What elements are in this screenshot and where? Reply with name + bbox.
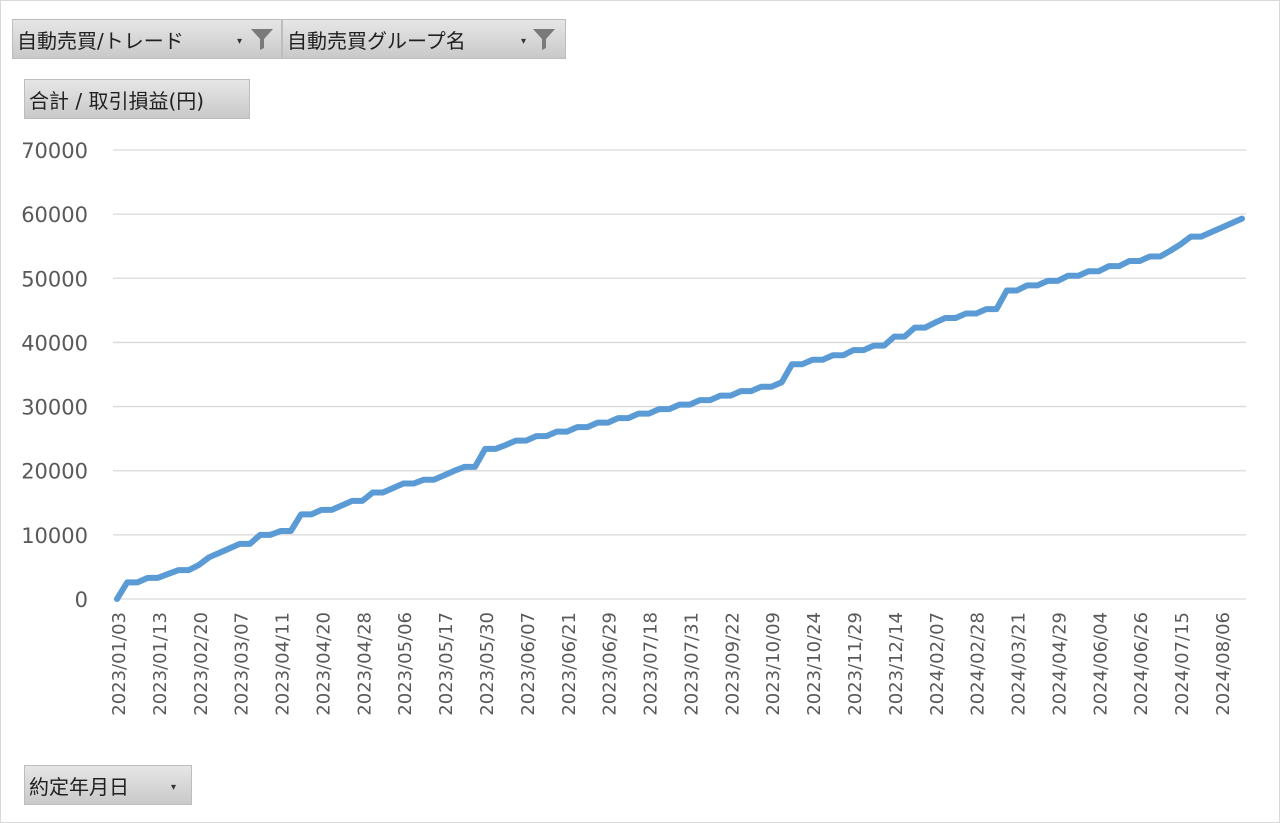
x-tick-label: 2023/12/14 — [886, 612, 907, 716]
x-tick-label: 2023/05/30 — [477, 612, 498, 716]
y-tick-label: 60000 — [21, 203, 88, 227]
x-tick-label: 2023/05/06 — [395, 612, 416, 716]
x-tick-label: 2023/10/09 — [763, 612, 784, 716]
x-tick-label: 2024/07/15 — [1172, 612, 1193, 716]
x-tick-label: 2023/04/20 — [313, 612, 334, 716]
y-tick-label: 20000 — [21, 460, 88, 484]
x-tick-label: 2023/04/11 — [273, 612, 294, 716]
y-tick-label: 50000 — [21, 267, 88, 291]
x-tick-label: 2023/11/29 — [845, 612, 866, 716]
x-tick-label: 2023/06/07 — [518, 612, 539, 716]
x-tick-label: 2023/06/21 — [559, 612, 580, 716]
x-tick-label: 2023/06/29 — [600, 612, 621, 716]
x-tick-label: 2024/06/04 — [1090, 612, 1111, 716]
y-tick-label: 0 — [75, 588, 88, 612]
x-tick-label: 2023/01/13 — [150, 612, 171, 716]
y-tick-label: 40000 — [21, 331, 88, 355]
x-tick-label: 2024/06/26 — [1131, 612, 1152, 716]
x-tick-label: 2024/08/06 — [1213, 612, 1234, 716]
x-tick-label: 2023/01/03 — [109, 612, 130, 716]
x-tick-label: 2023/05/17 — [436, 612, 457, 716]
line-chart: 0 10000 20000 30000 40000 50000 60000 70000 2023… — [21, 139, 1246, 716]
y-tick-label: 10000 — [21, 524, 88, 548]
x-tick-label: 2023/07/31 — [681, 612, 702, 716]
x-tick-label: 2023/10/24 — [804, 612, 825, 716]
x-tick-label: 2023/07/18 — [641, 612, 662, 716]
x-tick-label: 2023/03/07 — [232, 612, 253, 716]
y-tick-label: 30000 — [21, 396, 88, 420]
x-tick-label: 2024/02/07 — [927, 612, 948, 716]
x-tick-label: 2024/04/29 — [1049, 612, 1070, 716]
y-tick-label: 70000 — [21, 139, 88, 163]
x-tick-label: 2024/03/21 — [1009, 612, 1030, 716]
x-tick-label: 2024/02/28 — [968, 612, 989, 716]
x-tick-label: 2023/04/28 — [354, 612, 375, 716]
series-line — [114, 215, 1245, 602]
x-tick-label: 2023/09/22 — [722, 612, 743, 716]
x-tick-label: 2023/02/20 — [191, 612, 212, 716]
